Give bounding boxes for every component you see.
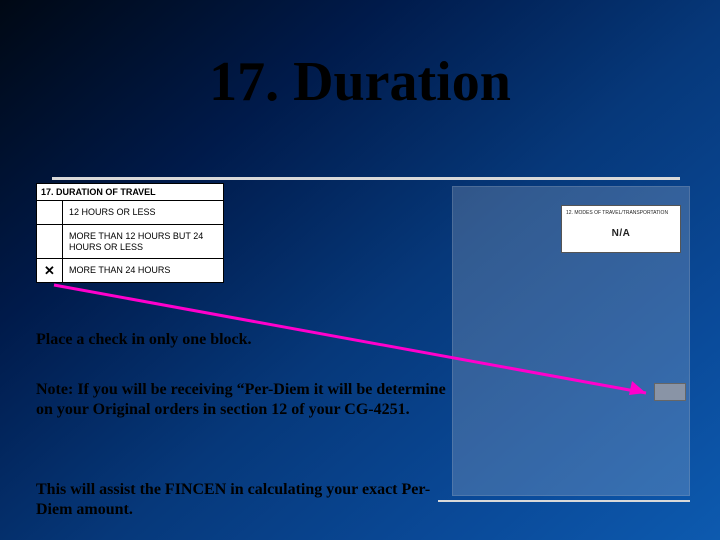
row-label: MORE THAN 12 HOURS BUT 24 HOURS OR LESS [63,225,223,259]
form-row: 12 HOURS OR LESS [37,200,223,224]
right-divider [438,500,690,502]
form-header: 17. DURATION OF TRAVEL [37,184,223,200]
title-bar: 17. Duration [40,40,680,180]
row-label: 12 HOURS OR LESS [63,201,223,224]
reference-panel: 12. MODES OF TRAVEL/TRANSPORTATION N/A [452,186,690,496]
body-paragraph-2: Note: If you will be receiving “Per-Diem… [36,380,446,421]
checkbox [37,201,63,224]
mini-highlight-box [654,383,686,401]
title-underline [52,177,680,180]
row-label: MORE THAN 24 HOURS [63,259,223,282]
body-paragraph-3: This will assist the FINCEN in calculati… [36,480,446,521]
mini-form-header: 12. MODES OF TRAVEL/TRANSPORTATION [566,210,676,216]
form-row: MORE THAN 12 HOURS BUT 24 HOURS OR LESS [37,224,223,259]
body-paragraph-1: Place a check in only one block. [36,330,446,350]
slide-title: 17. Duration [40,40,680,114]
mini-na: N/A [566,228,676,239]
mini-form: 12. MODES OF TRAVEL/TRANSPORTATION N/A [561,205,681,253]
checkbox-checked: ✕ [37,259,63,282]
form-row: ✕ MORE THAN 24 HOURS [37,258,223,282]
checkbox [37,225,63,259]
duration-form: 17. DURATION OF TRAVEL 12 HOURS OR LESS … [36,183,224,283]
